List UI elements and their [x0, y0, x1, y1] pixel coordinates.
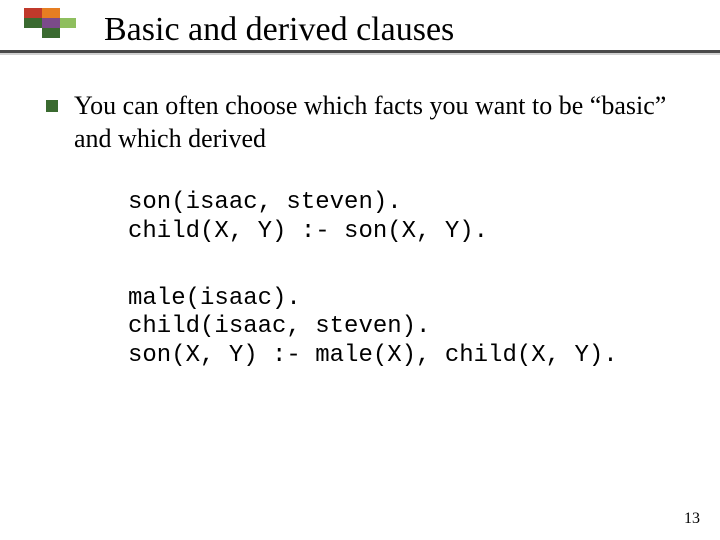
content-area: You can often choose which facts you wan…	[46, 90, 680, 371]
page-number: 13	[684, 510, 700, 528]
square-bullet-icon	[46, 100, 58, 112]
code-block-1: son(isaac, steven). child(X, Y) :- son(X…	[128, 189, 680, 247]
bullet-item: You can often choose which facts you wan…	[46, 90, 680, 155]
corner-logo-icon	[24, 8, 76, 46]
slide: Basic and derived clauses You can often …	[0, 0, 720, 540]
title-area: Basic and derived clauses	[104, 10, 700, 49]
slide-title: Basic and derived clauses	[104, 10, 700, 49]
title-underline	[0, 50, 720, 53]
bullet-text: You can often choose which facts you wan…	[74, 90, 680, 155]
code-block-2: male(isaac). child(isaac, steven). son(X…	[128, 285, 680, 371]
